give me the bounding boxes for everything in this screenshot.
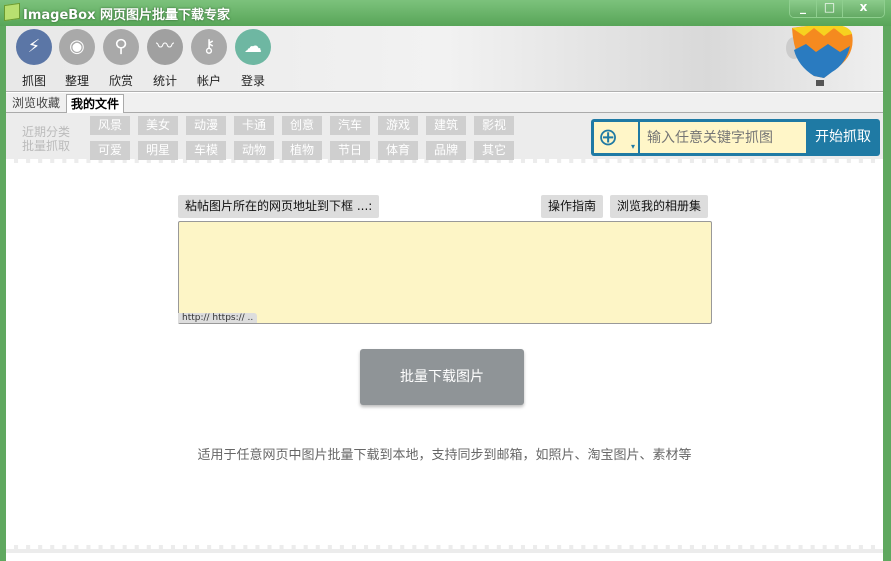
minimize-button[interactable]: _ xyxy=(790,0,816,17)
category-button[interactable]: 植物 xyxy=(282,141,322,160)
category-button[interactable]: 体育 xyxy=(378,141,418,160)
guide-button[interactable]: 操作指南 xyxy=(541,195,604,218)
label-batch: 批量抓取 xyxy=(22,139,71,153)
toolbar-eye-button[interactable]: ◉ 整理 xyxy=(55,29,99,89)
browse-album-button[interactable]: 浏览我的相册集 xyxy=(610,195,709,218)
toolbar-label: 抓图 xyxy=(21,74,46,88)
window-title: ImageBox 网页图片批量下载专家 xyxy=(23,8,231,23)
toolbar-label: 统计 xyxy=(152,74,177,88)
toolbar-label: 欣赏 xyxy=(108,74,133,88)
url-hint: http:// https:// .. xyxy=(178,313,258,323)
category-button[interactable]: 动漫 xyxy=(186,116,226,135)
toolbar-key-button[interactable]: ⚷ 帐户 xyxy=(187,29,231,89)
category-button[interactable]: 其它 xyxy=(474,141,514,160)
description-text: 适用于任意网页中图片批量下载到本地，支持同步到邮箱，如照片、淘宝图片、素材等 xyxy=(197,448,692,463)
toolbar-label: 帐户 xyxy=(196,74,221,88)
bottom-divider xyxy=(6,545,883,553)
category-button[interactable]: 影视 xyxy=(474,116,514,135)
tab-my-files[interactable]: 我的文件 xyxy=(66,94,125,113)
title-bar: ImageBox 网页图片批量下载专家 _ □ x xyxy=(0,0,891,26)
label-recent: 近期分类 xyxy=(22,125,71,139)
batch-download-button[interactable]: 批量下载图片 xyxy=(360,349,524,405)
eye-icon: ◉ xyxy=(59,29,95,65)
keyword-input[interactable] xyxy=(640,122,806,153)
start-capture-button[interactable]: 开始抓取 xyxy=(806,119,880,156)
category-button[interactable]: 品牌 xyxy=(426,141,466,160)
category-button[interactable]: 可爱 xyxy=(90,141,130,160)
category-button[interactable]: 汽车 xyxy=(330,116,370,135)
category-button[interactable]: 游戏 xyxy=(378,116,418,135)
maximize-button[interactable]: □ xyxy=(816,0,842,17)
toolbar-stats-button[interactable]: 〰统计 xyxy=(143,29,187,89)
category-button[interactable]: 明星 xyxy=(138,141,178,160)
category-button[interactable]: 风景 xyxy=(90,116,130,135)
category-button[interactable]: 动物 xyxy=(234,141,274,160)
url-input[interactable] xyxy=(178,221,712,324)
toolbar-cloud-upload-button[interactable]: ☁ 登录 xyxy=(231,29,275,89)
category-bar: 近期分类批量抓取 ⊕▾ 开始抓取 风景美女动漫卡通创意汽车游戏建筑影视可爱明星车… xyxy=(6,113,883,163)
keyword-search: ⊕▾ 开始抓取 xyxy=(591,119,880,156)
chevron-down-icon: ▾ xyxy=(630,142,635,151)
tab-browse-favorites[interactable]: 浏览收藏 xyxy=(8,94,64,113)
category-button[interactable]: 建筑 xyxy=(426,116,466,135)
toolbar-magnifier-button[interactable]: ⚲ 欣赏 xyxy=(99,29,143,89)
category-button[interactable]: 车模 xyxy=(186,141,226,160)
toolbar: ⚡ 抓图 ◉ 整理 ⚲ 欣赏〰统计 ⚷ 帐户 ☁ 登录 xyxy=(6,26,883,92)
paste-url-label: 粘帖图片所在的网页地址到下框 ...: xyxy=(178,195,380,218)
main-panel: 粘帖图片所在的网页地址到下框 ...: 操作指南 浏览我的相册集 http://… xyxy=(6,167,883,545)
balloon-logo xyxy=(786,26,853,86)
app-logo-icon xyxy=(4,2,20,22)
stats-icon: 〰 xyxy=(147,29,183,65)
cloud-upload-icon: ☁ xyxy=(235,29,271,65)
category-label: 近期分类 批量抓取 xyxy=(22,125,70,153)
magnifier-icon: ⚲ xyxy=(103,29,139,65)
category-button[interactable]: 节日 xyxy=(330,141,370,160)
category-button[interactable]: 卡通 xyxy=(234,116,274,135)
globe-icon: ⊕ xyxy=(598,123,619,151)
lightning-icon: ⚡ xyxy=(16,29,52,65)
toolbar-label: 登录 xyxy=(240,74,265,88)
key-icon: ⚷ xyxy=(191,29,227,65)
tab-bar: 浏览收藏 我的文件 xyxy=(6,93,883,113)
category-button[interactable]: 美女 xyxy=(138,116,178,135)
category-button[interactable]: 创意 xyxy=(282,116,322,135)
globe-dropdown[interactable]: ⊕ ▾ xyxy=(594,122,638,153)
toolbar-lightning-button[interactable]: ⚡ 抓图 xyxy=(12,29,56,89)
close-button[interactable]: x xyxy=(842,0,884,17)
toolbar-label: 整理 xyxy=(64,74,89,88)
